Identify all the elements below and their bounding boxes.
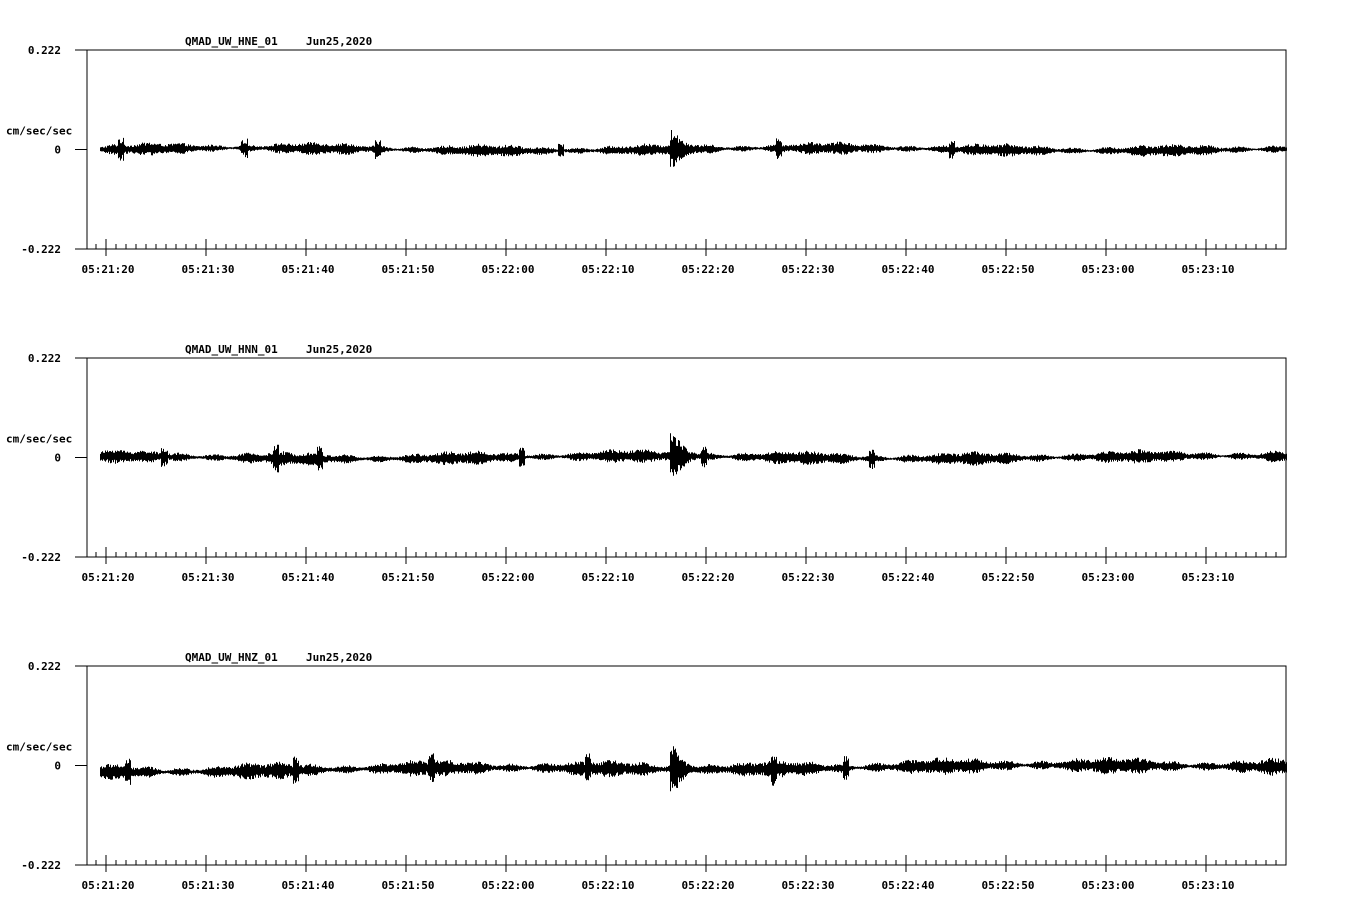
seismogram-panel: QMAD_UW_HNZ_01 Jun25,2020 0.222 0 -0.222 cm/s… [6,651,1287,892]
x-tick-label: 05:22:40 [882,879,935,892]
record-date: Jun25,2020 [306,651,372,664]
x-tick-label: 05:21:20 [82,571,135,584]
x-tick-label: 05:22:20 [682,879,735,892]
x-tick-label: 05:21:50 [382,571,435,584]
x-tick-label: 05:22:30 [782,879,835,892]
x-tick-label: 05:23:10 [1182,263,1235,276]
y-tick-label: 0 [54,760,61,773]
y-axis-label: cm/sec/sec [6,433,72,446]
x-tick-label: 05:22:30 [782,571,835,584]
x-tick-label: 05:22:40 [882,571,935,584]
x-tick-label: 05:22:20 [682,263,735,276]
x-tick-label: 05:21:30 [182,571,235,584]
x-tick-label: 05:21:40 [282,571,335,584]
x-tick-label: 05:23:00 [1082,879,1135,892]
waveform-trace [100,130,1287,167]
seismogram-panel: QMAD_UW_HNE_01 Jun25,2020 0.222 0 -0.222 cm/s… [6,35,1287,276]
y-tick-label: 0 [54,452,61,465]
record-date: Jun25,2020 [306,343,372,356]
y-tick-label: 0.222 [28,44,61,57]
seismogram-figure: QMAD_UW_HNE_01 Jun25,2020 0.222 0 -0.222 cm/s… [6,35,1287,892]
x-tick-label: 05:21:20 [82,879,135,892]
x-tick-label: 05:21:30 [182,263,235,276]
x-tick-label: 05:23:10 [1182,571,1235,584]
x-tick-label: 05:22:00 [482,879,535,892]
y-tick-label: 0.222 [28,352,61,365]
seismogram-panel: QMAD_UW_HNN_01 Jun25,2020 0.222 0 -0.222 cm/s… [6,343,1287,584]
x-tick-label: 05:22:50 [982,879,1035,892]
y-axis-label: cm/sec/sec [6,125,72,138]
x-tick-label: 05:22:40 [882,263,935,276]
x-tick-label: 05:23:10 [1182,879,1235,892]
y-tick-label: -0.222 [21,859,61,872]
y-tick-label: -0.222 [21,551,61,564]
x-tick-label: 05:22:50 [982,263,1035,276]
x-tick-label: 05:22:50 [982,571,1035,584]
x-tick-label: 05:22:00 [482,571,535,584]
x-tick-label: 05:22:10 [582,879,635,892]
y-axis-label: cm/sec/sec [6,741,72,754]
waveform-trace [100,433,1287,476]
y-tick-label: -0.222 [21,243,61,256]
station-title: QMAD_UW_HNN_01 [185,343,278,356]
x-tick-label: 05:21:40 [282,263,335,276]
x-tick-label: 05:22:00 [482,263,535,276]
x-tick-label: 05:21:50 [382,879,435,892]
x-tick-label: 05:21:50 [382,263,435,276]
x-tick-label: 05:21:20 [82,263,135,276]
x-tick-label: 05:22:20 [682,571,735,584]
y-tick-label: 0.222 [28,660,61,673]
x-tick-label: 05:22:30 [782,263,835,276]
x-tick-label: 05:23:00 [1082,571,1135,584]
station-title: QMAD_UW_HNE_01 [185,35,278,48]
y-tick-label: 0 [54,144,61,157]
x-tick-label: 05:23:00 [1082,263,1135,276]
x-tick-label: 05:21:40 [282,879,335,892]
record-date: Jun25,2020 [306,35,372,48]
x-tick-label: 05:22:10 [582,263,635,276]
waveform-trace [100,746,1287,792]
x-tick-label: 05:21:30 [182,879,235,892]
station-title: QMAD_UW_HNZ_01 [185,651,278,664]
x-tick-label: 05:22:10 [582,571,635,584]
